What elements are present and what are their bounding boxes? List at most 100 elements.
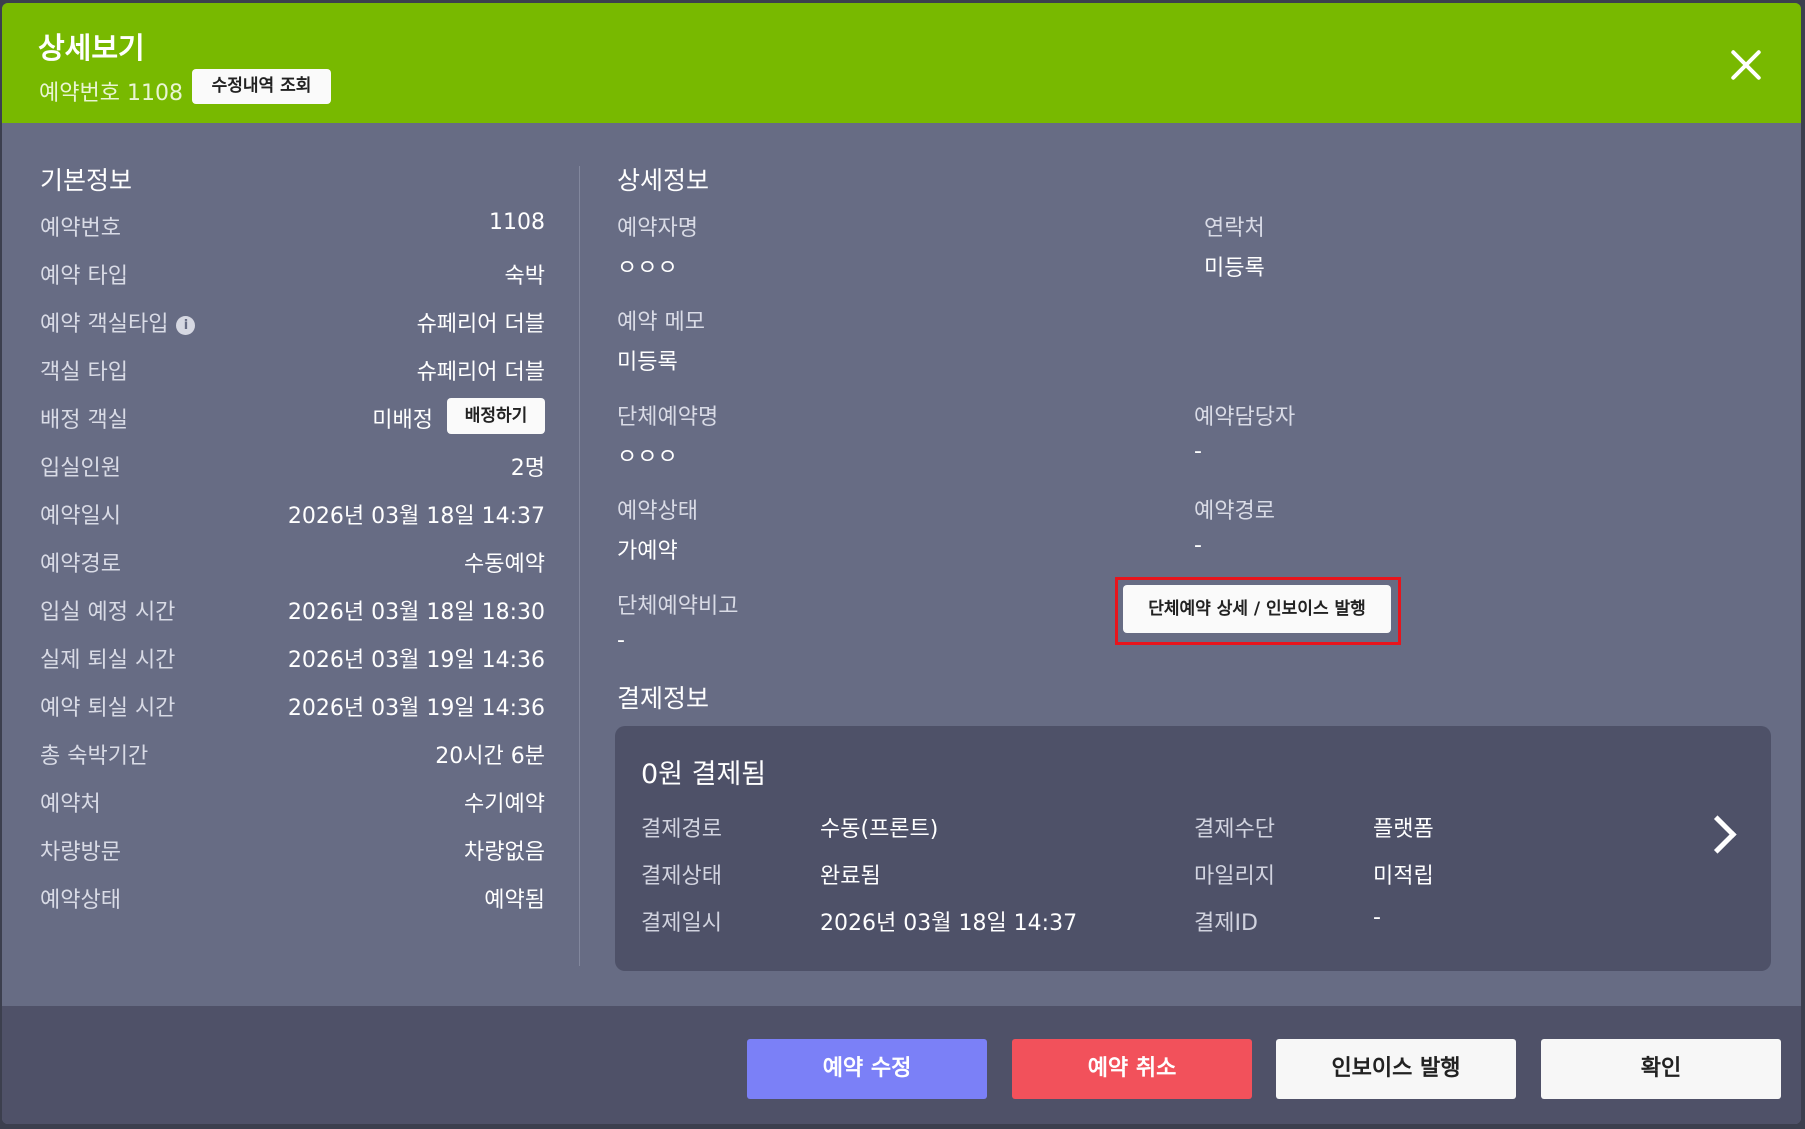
payment-summary: 0원 결제됨: [641, 759, 767, 790]
field-label: 연락처: [1204, 216, 1265, 241]
detail-info-title: 상세정보: [617, 166, 710, 195]
contact-field: 연락처 미등록: [1204, 210, 1265, 282]
row-label: 실제 퇴실 시간: [40, 648, 176, 673]
edit-history-button[interactable]: 수정내역 조회: [192, 69, 331, 104]
info-row: 예약 퇴실 시간 2026년 03월 19일 14:36: [40, 690, 545, 738]
info-row: 예약경로 수동예약: [40, 546, 545, 594]
info-row: 객실 타입 슈페리어 더블: [40, 354, 545, 402]
payment-card[interactable]: 0원 결제됨 결제경로 수동(프론트) 결제수단 플랫폼 결제상태 완료됨 마일…: [615, 726, 1771, 971]
row-label: 객실 타입: [40, 360, 128, 385]
reservation-detail-modal: 상세보기 예약번호 1108 수정내역 조회 기본정보 예약번호 1108 예약…: [2, 3, 1801, 1124]
group-note-field: 단체예약비고 -: [617, 588, 738, 653]
row-label: 예약 객실타입 i: [40, 306, 196, 338]
column-divider: [579, 166, 580, 966]
row-value: 수동예약: [464, 552, 545, 577]
cancel-reservation-button[interactable]: 예약 취소: [1012, 1039, 1252, 1099]
row-label: 차량방문: [40, 840, 121, 865]
row-label: 예약처: [40, 792, 101, 817]
payment-id-label: 결제ID: [1194, 911, 1258, 936]
row-value: 수기예약: [464, 792, 545, 817]
field-label: 예약담당자: [1194, 405, 1296, 430]
field-value: ㅇㅇㅇ: [617, 256, 678, 281]
info-row: 예약 객실타입 i 슈페리어 더블: [40, 306, 545, 354]
row-value: 예약됨: [484, 888, 545, 913]
info-row: 예약번호 1108: [40, 210, 545, 258]
payment-date-label: 결제일시: [641, 911, 722, 936]
field-value: ㅇㅇㅇ: [617, 445, 678, 470]
modal-title: 상세보기: [38, 31, 145, 65]
field-value: -: [1194, 533, 1202, 558]
row-value: 2명: [510, 456, 545, 481]
modal-header: 상세보기 예약번호 1108 수정내역 조회: [2, 3, 1801, 123]
edit-reservation-button[interactable]: 예약 수정: [747, 1039, 987, 1099]
manager-field: 예약담당자 -: [1194, 399, 1295, 464]
info-icon[interactable]: i: [176, 316, 196, 335]
payment-date-value: 2026년 03월 18일 14:37: [820, 911, 1078, 936]
reservation-route-field: 예약경로 -: [1194, 493, 1275, 558]
field-label: 예약경로: [1194, 499, 1275, 524]
row-label: 예약일시: [40, 504, 121, 529]
memo-field: 예약 메모 미등록: [617, 304, 705, 376]
reservation-status-field: 예약상태 가예약: [617, 493, 698, 565]
field-label: 예약 메모: [617, 310, 705, 335]
payment-status-label: 결제상태: [641, 864, 722, 889]
close-icon[interactable]: [1729, 48, 1763, 82]
field-label: 예약자명: [617, 216, 698, 241]
info-row: 총 숙박기간 20시간 6분: [40, 738, 545, 786]
payment-status-value: 완료됨: [820, 864, 881, 889]
modal-footer: 예약 수정 예약 취소 인보이스 발행 확인: [2, 1006, 1801, 1124]
row-label: 예약경로: [40, 552, 121, 577]
chevron-right-icon[interactable]: [1698, 815, 1737, 854]
row-label: 입실인원: [40, 456, 121, 481]
info-row: 예약일시 2026년 03월 18일 14:37: [40, 498, 545, 546]
info-row: 배정 객실 미배정 배정하기: [40, 398, 545, 450]
info-row: 예약처 수기예약: [40, 786, 545, 834]
row-label: 총 숙박기간: [40, 744, 149, 769]
booker-name-field: 예약자명 ㅇㅇㅇ: [617, 210, 698, 282]
payment-info-title: 결제정보: [617, 684, 710, 713]
field-value: -: [617, 628, 625, 653]
field-label: 단체예약명: [617, 405, 719, 430]
field-label: 예약상태: [617, 499, 698, 524]
field-value: 미등록: [1204, 256, 1265, 281]
row-value: 숙박: [504, 264, 545, 289]
field-value: 가예약: [617, 539, 678, 564]
info-row: 입실 예정 시간 2026년 03월 18일 18:30: [40, 594, 545, 642]
row-label: 배정 객실: [40, 408, 128, 433]
row-value: 미배정: [372, 408, 433, 433]
row-label: 예약 퇴실 시간: [40, 696, 176, 721]
row-label: 예약 타입: [40, 264, 128, 289]
row-value: 2026년 03월 18일 14:37: [287, 504, 545, 529]
field-value: -: [1194, 439, 1202, 464]
row-label: 예약상태: [40, 888, 121, 913]
payment-id-value: -: [1373, 905, 1381, 930]
confirm-button[interactable]: 확인: [1541, 1039, 1781, 1099]
info-row: 차량방문 차량없음: [40, 834, 545, 882]
row-label: 예약번호: [40, 216, 121, 241]
info-row: 실제 퇴실 시간 2026년 03월 19일 14:36: [40, 642, 545, 690]
assign-room-button[interactable]: 배정하기: [447, 398, 545, 434]
row-label: 입실 예정 시간: [40, 600, 176, 625]
row-value: 슈페리어 더블: [416, 360, 545, 385]
issue-invoice-button[interactable]: 인보이스 발행: [1276, 1039, 1516, 1099]
payment-method-label: 결제수단: [1194, 817, 1275, 842]
group-detail-invoice-button[interactable]: 단체예약 상세 / 인보이스 발행: [1123, 585, 1391, 633]
field-value: 미등록: [617, 350, 678, 375]
row-value: 20시간 6분: [435, 744, 545, 769]
row-label-text: 예약 객실타입: [40, 312, 169, 337]
group-name-field: 단체예약명 ㅇㅇㅇ: [617, 399, 718, 471]
row-value: 1108: [489, 210, 545, 235]
mileage-label: 마일리지: [1194, 864, 1275, 889]
field-label: 단체예약비고: [617, 594, 739, 619]
info-row: 예약 타입 숙박: [40, 258, 545, 306]
info-row: 입실인원 2명: [40, 450, 545, 498]
basic-info-title: 기본정보: [40, 166, 133, 195]
reservation-number: 예약번호 1108: [39, 81, 183, 106]
row-value: 차량없음: [464, 840, 545, 865]
row-value: 2026년 03월 19일 14:36: [287, 696, 545, 721]
row-value: 2026년 03월 18일 18:30: [287, 600, 545, 625]
row-value: 슈페리어 더블: [416, 312, 545, 337]
payment-route-value: 수동(프론트): [820, 817, 939, 842]
info-row: 예약상태 예약됨: [40, 882, 545, 930]
payment-method-value: 플랫폼: [1373, 817, 1434, 842]
